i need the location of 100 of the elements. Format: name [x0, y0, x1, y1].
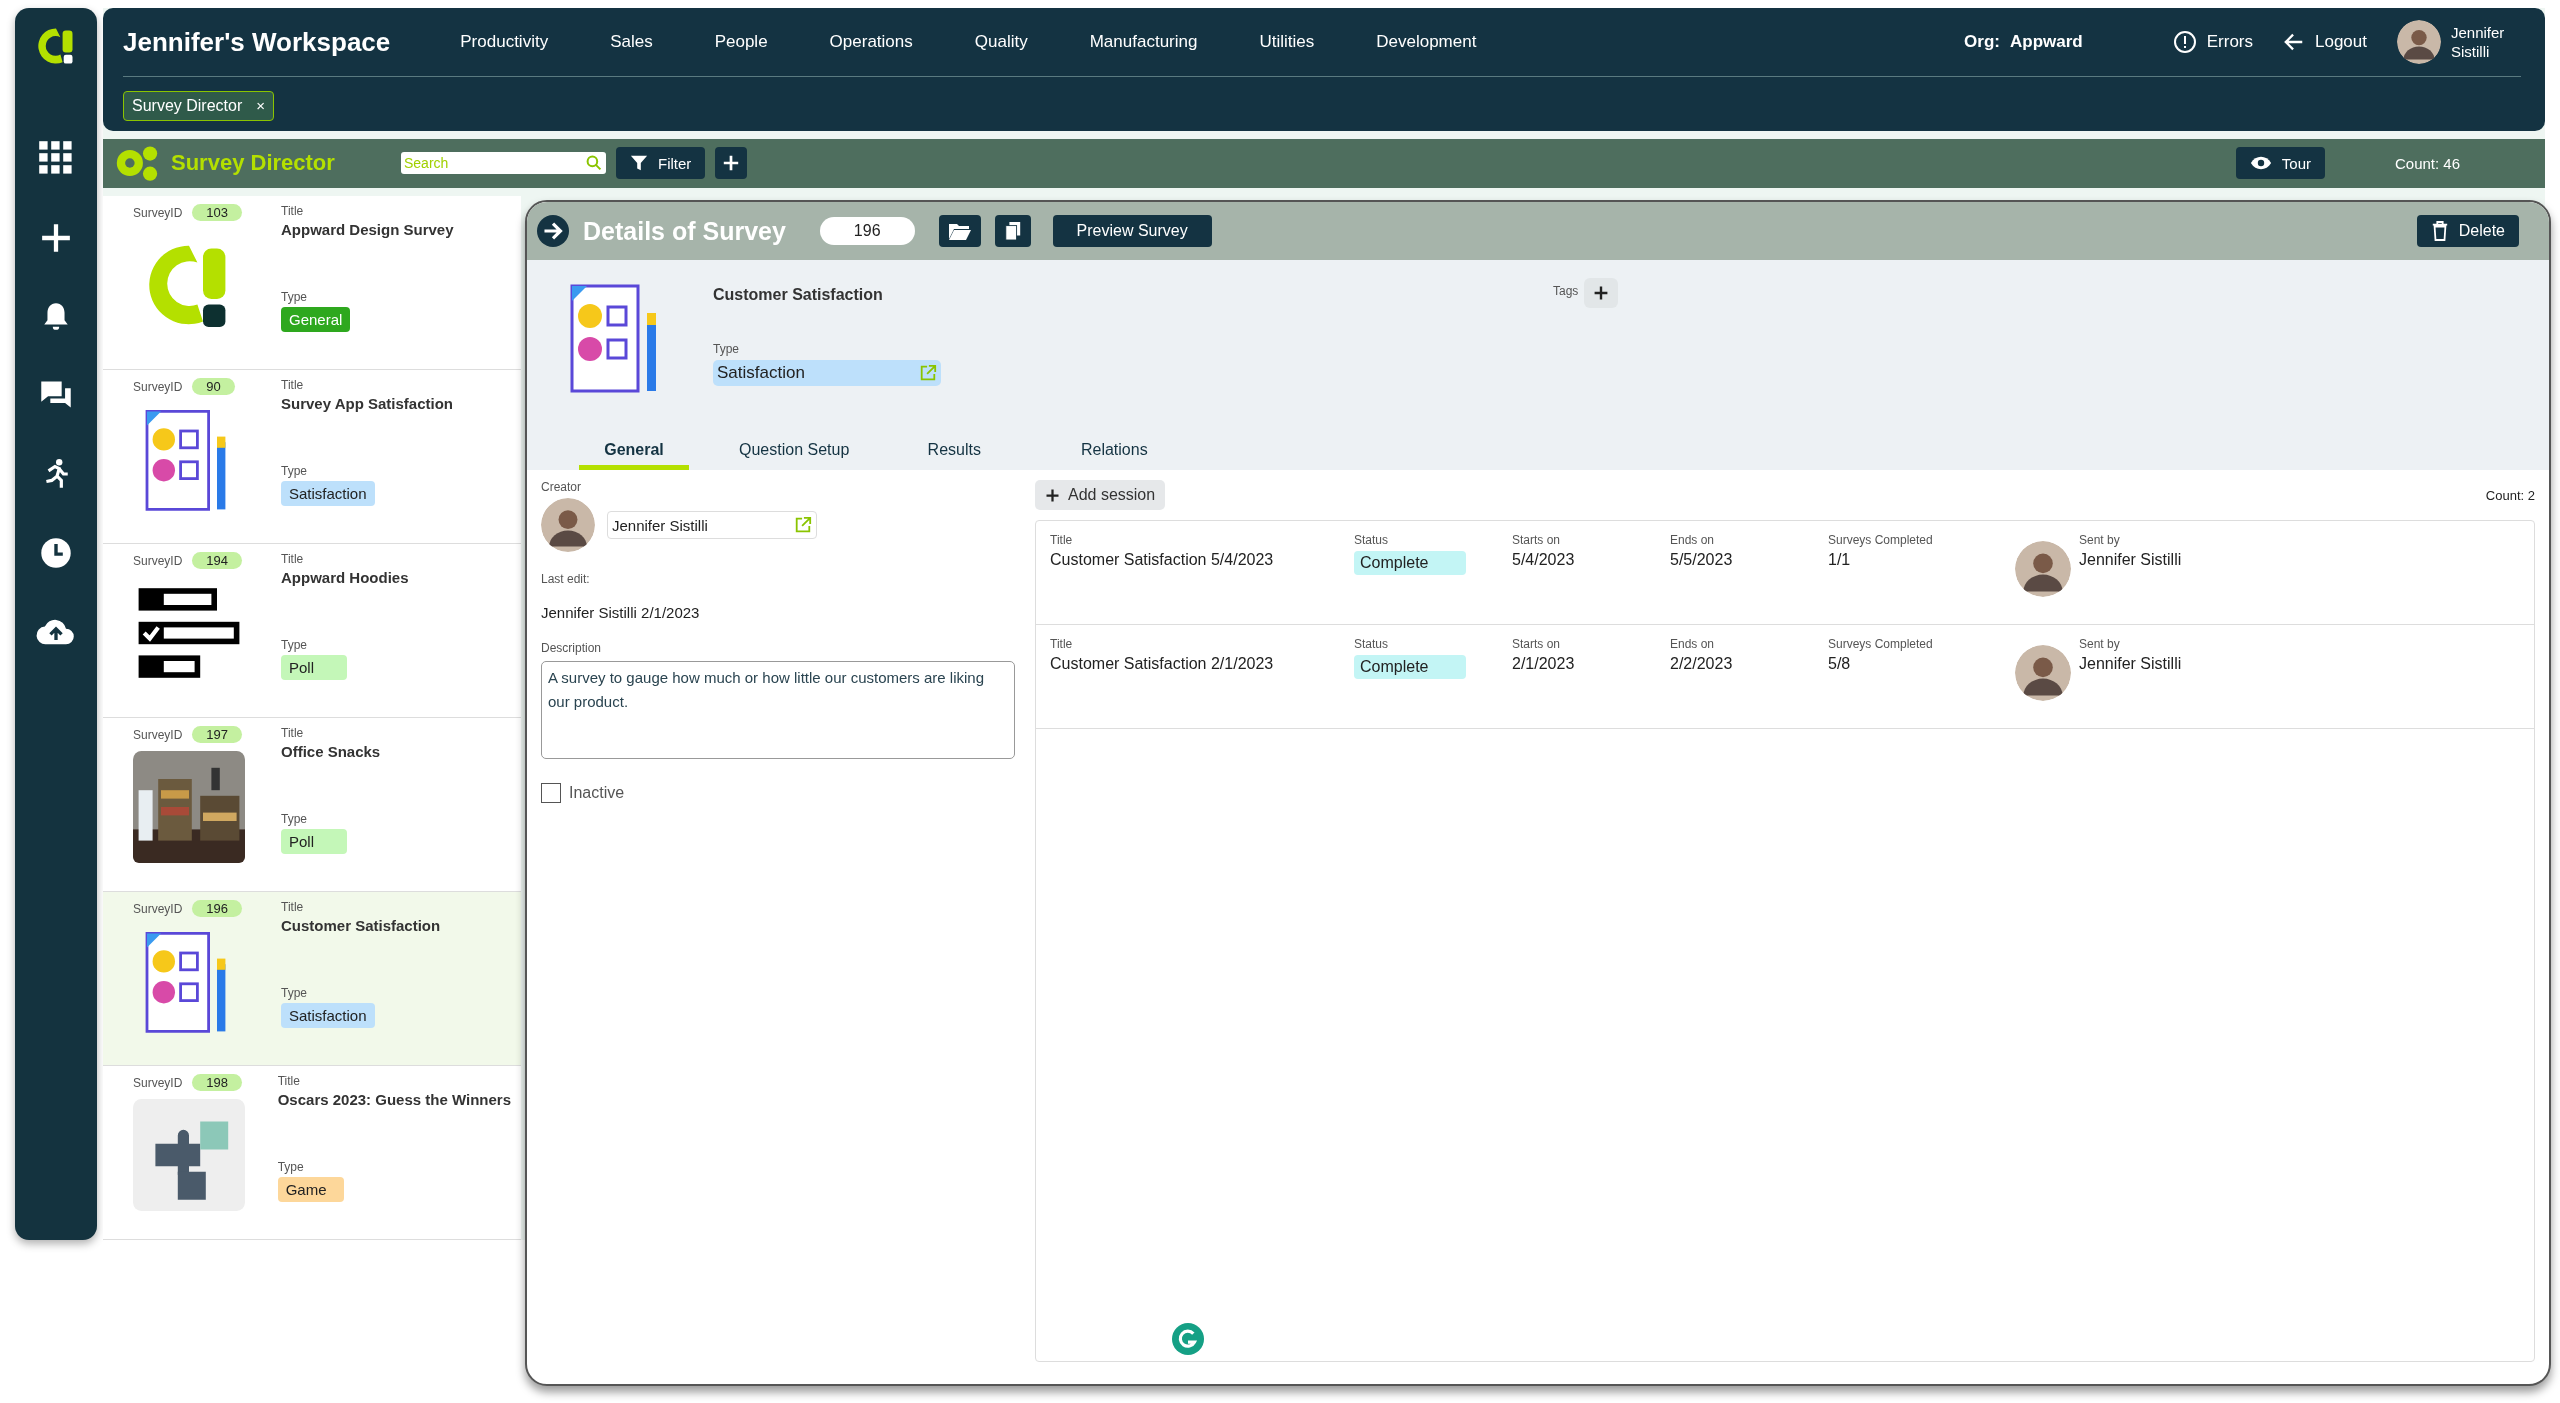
table-cell: 2/2/2023 [1670, 655, 1733, 673]
checkbox-label: Inactive [569, 784, 625, 802]
tab[interactable]: Results [899, 441, 1010, 470]
field-label: Title [1050, 533, 1073, 547]
type-tag: Satisfaction [281, 1003, 375, 1028]
field-label: Description [541, 641, 602, 655]
survey-card[interactable]: SurveyID 194 Title Appward Hoodies Type Poll [103, 544, 521, 718]
nav-link[interactable]: Utilities [1259, 32, 1315, 52]
user-avatar[interactable] [2397, 20, 2441, 64]
field-label: Ends on [1670, 637, 1715, 651]
field-label: Ends on [1670, 533, 1715, 547]
user-avatar [541, 498, 595, 552]
open-tab[interactable]: Survey Director × [123, 91, 274, 121]
description-field[interactable]: A survey to gauge how much or how little our customers are liking our product. [541, 661, 1015, 759]
record-count: Count: 46 [2395, 154, 2462, 172]
survey-id: 103 [192, 204, 243, 221]
funnel-icon [630, 154, 648, 173]
field-label: Type [281, 638, 307, 652]
survey-card[interactable]: SurveyID 198 Title Oscars 2023: Guess the Winners Type Game [103, 1066, 521, 1240]
nav-link[interactable]: Quality [974, 32, 1028, 52]
nav-link[interactable]: People [714, 32, 768, 52]
table-cell: 5/4/2023 [1512, 551, 1575, 569]
search-icon [586, 155, 602, 172]
field-label: SurveyID [133, 1075, 183, 1090]
plus-icon[interactable] [40, 222, 72, 254]
field-label: Title [281, 900, 304, 914]
copy-button[interactable] [994, 215, 1031, 247]
field-label: Starts on [1512, 637, 1561, 651]
field-label: Title [277, 1074, 300, 1088]
nav-link[interactable]: Manufacturing [1089, 32, 1198, 52]
survey-id: 194 [192, 552, 243, 569]
type-tag: Poll [281, 829, 347, 854]
filter-button[interactable]: Filter [616, 147, 706, 180]
apps-grid-icon[interactable] [38, 140, 74, 176]
field-label: Title [281, 552, 304, 566]
user-name[interactable]: Jennifer Sistilli [2451, 22, 2521, 62]
close-icon[interactable]: × [256, 97, 265, 115]
preview-button[interactable]: Preview Survey [1052, 215, 1212, 247]
logout-link[interactable]: Logout [2315, 32, 2367, 52]
delete-button[interactable]: Delete [2416, 215, 2519, 247]
survey-title: Appward Design Survey [281, 221, 454, 238]
puzzle-icon [133, 1099, 245, 1211]
table-cell: Customer Satisfaction 2/1/2023 [1050, 655, 1274, 673]
arrow-right-icon[interactable] [537, 215, 569, 247]
add-button[interactable] [715, 147, 748, 180]
field-label: Last edit: [541, 572, 590, 586]
nav-link[interactable]: Operations [829, 32, 913, 52]
grammar-assistant-icon[interactable] [1172, 1323, 1204, 1355]
field-label: Sent by [2079, 533, 2120, 547]
survey-card[interactable]: SurveyID 196 Title Customer Satisfaction Type Satisfaction [103, 892, 521, 1066]
field-label: Tags [1553, 284, 1579, 300]
table-cell: Jennifer Sistilli [2079, 551, 2182, 569]
nav-link[interactable]: Development [1376, 32, 1477, 52]
add-tag-button[interactable] [1584, 278, 1619, 308]
tour-button[interactable]: Tour [2235, 147, 2325, 180]
creator-field[interactable]: Jennifer Sistilli [607, 511, 817, 539]
add-session-button[interactable]: Add session [1035, 480, 1166, 510]
survey-id: 197 [192, 726, 243, 743]
field-label: Type [713, 342, 739, 356]
status-tag: Complete [1354, 551, 1466, 575]
table-cell: Customer Satisfaction 5/4/2023 [1050, 551, 1274, 569]
workspace-title: Jennifer's Workspace [123, 26, 391, 58]
table-cell: 1/1 [1828, 551, 1851, 569]
errors-link[interactable]: Errors [2206, 32, 2253, 52]
tab[interactable]: Question Setup [739, 441, 850, 470]
field-label: Title [281, 726, 304, 740]
tab[interactable]: General [579, 441, 689, 470]
field-label: Title [281, 378, 304, 392]
eye-icon [2249, 155, 2272, 172]
survey-title: Appward Hoodies [281, 569, 409, 586]
plus-icon [722, 154, 741, 173]
survey-card[interactable]: SurveyID 90 Title Survey App Satisfaction Type Satisfaction [103, 370, 521, 544]
type-tag: Poll [281, 655, 347, 680]
type-field[interactable]: Satisfaction [713, 360, 941, 386]
org-name: Appward [2010, 32, 2083, 52]
search-field[interactable]: Search [401, 152, 606, 175]
field-label: Title [281, 204, 304, 218]
survey-card[interactable]: SurveyID 103 Title Appward Design Survey Type General [103, 196, 521, 370]
field-label: SurveyID [133, 901, 183, 916]
nav-link[interactable]: Sales [610, 32, 653, 52]
app-title: Survey Director [171, 150, 336, 177]
survey-title: Oscars 2023: Guess the Winners [277, 1091, 511, 1108]
copy-icon [1003, 221, 1022, 241]
field-label: Surveys Completed [1828, 533, 1933, 547]
arrow-left-icon [2283, 31, 2305, 53]
field-label: Type [277, 1160, 304, 1174]
field-label: SurveyID [133, 205, 183, 220]
tab[interactable]: Relations [1059, 441, 1170, 470]
clock-icon[interactable] [39, 536, 73, 570]
field-label: Type [281, 986, 307, 1000]
field-label: SurveyID [133, 727, 183, 742]
field-label: Status [1354, 533, 1389, 547]
survey-card[interactable]: SurveyID 197 Title Office Snacks Type Poll [103, 718, 521, 892]
table-cell: Jennifer Sistilli [2079, 655, 2182, 673]
folder-icon [947, 221, 972, 241]
nav-link[interactable]: Productivity [460, 32, 549, 52]
survey-title: Survey App Satisfaction [281, 395, 453, 412]
folder-button[interactable] [938, 215, 981, 247]
last-edit-text: Jennifer Sistilli 2/1/2023 [541, 604, 700, 621]
field-label: Sent by [2079, 637, 2120, 651]
